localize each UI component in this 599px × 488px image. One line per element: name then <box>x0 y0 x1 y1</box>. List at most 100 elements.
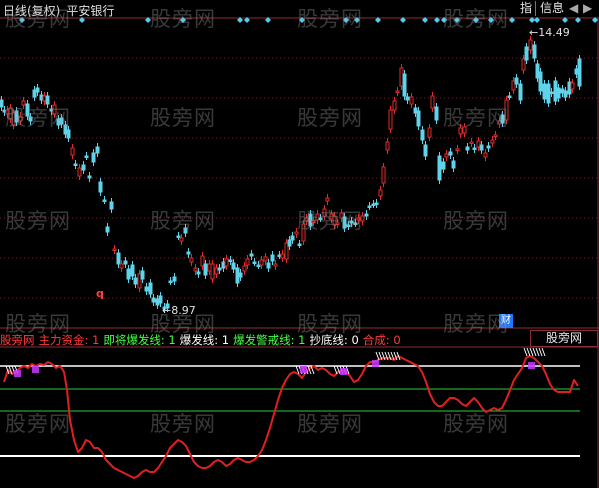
candle-body <box>35 87 40 93</box>
burst-hatch-mark <box>333 365 338 375</box>
candle-body <box>427 127 432 138</box>
candle-body <box>59 117 64 125</box>
candle-body <box>290 235 295 241</box>
candle-body <box>367 205 372 208</box>
candle-body <box>21 100 26 106</box>
candle-body <box>144 286 149 292</box>
indicator-name: 股旁网 <box>0 333 35 347</box>
indicator-item: 即将爆发线: 1 <box>103 333 176 347</box>
candle-body <box>270 254 275 262</box>
candle-body <box>130 264 135 277</box>
burst-hatch-mark <box>535 347 540 357</box>
candle-body <box>420 129 425 141</box>
candle-body <box>563 90 568 98</box>
burst-hatch-mark <box>526 347 531 357</box>
candle-body <box>301 223 306 242</box>
candle-body <box>451 160 456 169</box>
candle-body <box>273 263 278 267</box>
buy-signal-marker <box>372 360 379 367</box>
indicator-select-button[interactable]: 股旁网 <box>530 330 598 347</box>
candle-body <box>381 166 386 184</box>
candle-body <box>528 39 533 51</box>
candle-body <box>126 268 131 280</box>
candle-body <box>405 96 410 101</box>
candle-body <box>133 277 138 285</box>
candle-body <box>378 189 383 197</box>
candle-body <box>356 217 361 221</box>
candle-body <box>266 262 271 269</box>
burst-hatch-mark <box>541 347 546 357</box>
burst-hatch-mark <box>523 347 528 357</box>
candle-body <box>416 110 421 127</box>
burst-hatch-mark <box>532 347 537 357</box>
candle-body <box>455 148 460 151</box>
candle-body <box>294 231 299 235</box>
buy-signal-marker <box>14 370 21 377</box>
candle-body <box>183 227 188 234</box>
candle-body <box>349 220 354 224</box>
candle-body <box>479 144 484 151</box>
candle-body <box>238 272 243 278</box>
candle-body <box>486 145 491 149</box>
candle-body <box>119 263 124 269</box>
indicator-item: 合成: 0 <box>362 333 401 347</box>
candle-body <box>73 163 78 166</box>
candle-body <box>210 263 215 280</box>
finance-badge[interactable]: 财 <box>499 314 513 328</box>
candle-body <box>500 114 505 124</box>
candle-body <box>70 147 75 156</box>
candle-body <box>45 95 50 105</box>
candle-body <box>532 44 537 59</box>
candle-body <box>518 83 523 101</box>
candle-body <box>374 202 379 205</box>
buy-signal-marker <box>528 362 535 369</box>
candle-body <box>91 152 96 163</box>
indicator-values: 主力资金: 1 即将爆发线: 1 爆发线: 1 爆发警戒线: 1 抄底线: 0 合成: 0 <box>39 333 405 347</box>
candle-body <box>228 259 233 262</box>
candle-body <box>151 297 156 303</box>
candle-body <box>392 100 397 111</box>
candle-body <box>304 217 309 222</box>
candle-body <box>172 276 177 282</box>
candle-body <box>217 267 222 271</box>
candle-body <box>52 104 57 115</box>
candle-body <box>458 127 463 135</box>
candle-body <box>193 267 198 272</box>
candle-body <box>353 222 358 225</box>
candle-body <box>311 220 316 223</box>
candle-body <box>542 83 547 100</box>
buy-signal-marker <box>300 366 307 373</box>
buy-signal-marker <box>340 368 347 375</box>
candle-body <box>444 153 449 158</box>
candle-body <box>203 263 208 276</box>
burst-hatch-mark <box>538 347 543 357</box>
candle-body <box>14 110 19 123</box>
candle-body <box>176 235 181 238</box>
candle-body <box>577 58 582 87</box>
main-fund-curve <box>3 355 579 479</box>
candle-body <box>186 251 191 255</box>
candle-body <box>434 106 439 121</box>
candle-body <box>224 258 229 267</box>
burst-hatch-mark <box>375 351 380 361</box>
candle-body <box>249 253 254 257</box>
candle-body <box>402 73 407 97</box>
high-price-label: ←14.49 <box>529 26 570 39</box>
candle-body <box>364 213 369 217</box>
candle-body <box>280 253 285 259</box>
stock-chart <box>0 17 599 488</box>
candle-body <box>465 146 470 151</box>
indicator-item: 抄底线: 0 <box>309 333 359 347</box>
candle-body <box>231 262 236 270</box>
candle-body <box>84 155 89 158</box>
candle-body <box>95 146 100 154</box>
candle-body <box>189 257 194 263</box>
candle-body <box>98 181 103 193</box>
candle-body <box>245 258 250 266</box>
candle-body <box>360 215 365 222</box>
candle-body <box>196 271 201 275</box>
candle-body <box>388 109 393 130</box>
candle-body <box>297 243 302 246</box>
candle-body <box>18 115 23 122</box>
candle-body <box>0 99 4 108</box>
